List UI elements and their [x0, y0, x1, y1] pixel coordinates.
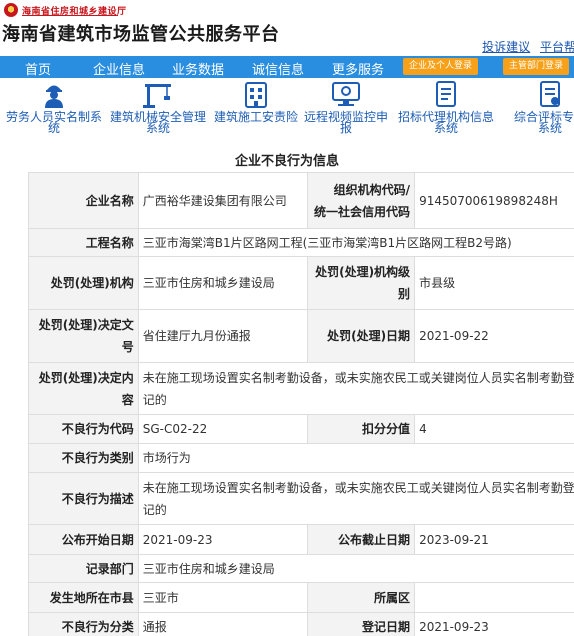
project-label: 工程名称 [28, 228, 139, 257]
video-monitor-icon [332, 82, 360, 106]
behavior-code-value: SG-C02-22 [137, 414, 309, 444]
org-code-label-line1: 组织机构代码/ [333, 182, 411, 197]
expert-icon [540, 81, 560, 107]
enterprise-login-button[interactable]: 企业及个人登录 [403, 58, 479, 75]
service-machinery-safety[interactable]: 建筑机械安全管理 系统 [108, 80, 208, 134]
behavior-category-label: 不良行为类别 [28, 443, 139, 473]
score-label: 扣分分值 [307, 414, 416, 444]
city-value: 三亚市 [137, 582, 309, 613]
site-title: 海南省建筑市场监管公共服务平台 [2, 24, 280, 45]
behavior-category-value: 市场行为 [137, 443, 574, 473]
bad-behavior-table: 企业名称 广西裕华建设集团有限公司 组织机构代码/ 统一社会信用代码 91450… [28, 172, 574, 636]
table-row: 不良行为描述 未在施工现场设置实名制考勤设备，或未实施农民工或关键岗位人员实名制… [28, 472, 574, 525]
decision-content-label: 处罚(处理)决定内容 [28, 362, 139, 415]
section-title: 企业不良行为信息 [234, 154, 339, 169]
service-label: 统 [47, 121, 60, 135]
record-dept-label: 记录部门 [28, 554, 139, 583]
platform-help-link[interactable]: 平台帮 [540, 40, 574, 54]
table-row: 处罚(处理)决定内容 未在施工现场设置实名制考勤设备，或未实施农民工或关键岗位人… [28, 362, 574, 415]
nav-more-services[interactable]: 更多服务 [332, 59, 384, 78]
top-links: 投诉建议 平台帮 [476, 38, 574, 55]
nav-business-data[interactable]: 业务数据 [172, 59, 224, 78]
publish-start-label: 公布开始日期 [28, 524, 139, 555]
org-code-label: 组织机构代码/ 统一社会信用代码 [307, 172, 416, 229]
service-label: 系统 [537, 121, 562, 135]
authority-login-button[interactable]: 主管部门登录 [503, 58, 570, 75]
register-date-value: 2021-09-23 [414, 612, 574, 636]
service-bid-expert[interactable]: 综合评标专家 系统 [500, 80, 574, 134]
service-labor-realname[interactable]: 劳务人员实名制系 统 [4, 80, 104, 134]
district-label: 所属区 [307, 582, 416, 613]
behavior-code-label: 不良行为代码 [28, 414, 139, 444]
table-row: 处罚(处理)机构 三亚市住房和城乡建设局 处罚(处理)机构级别 市县级 [28, 256, 574, 310]
decision-content-value: 未在施工现场设置实名制考勤设备，或未实施农民工或关键岗位人员实名制考勤登记的 [137, 362, 574, 415]
decision-no-label: 处罚(处理)决定文号 [28, 309, 139, 363]
service-label: 系统 [145, 121, 170, 135]
crane-icon [143, 84, 171, 108]
table-row: 记录部门 三亚市住房和城乡建设局 [28, 554, 574, 583]
classification-value: 通报 [137, 612, 309, 636]
site-header: 海南省住房和城乡建设厅 海南省建筑市场监管公共服务平台 投诉建议 平台帮 [0, 0, 574, 56]
authority-level-value: 市县级 [414, 256, 574, 310]
behavior-description-label: 不良行为描述 [28, 472, 139, 525]
table-row: 公布开始日期 2021-09-23 公布截止日期 2023-09-21 [28, 524, 574, 555]
table-row: 工程名称 三亚市海棠湾B1片区路网工程(三亚市海棠湾B1片区路网工程B2号路) [28, 228, 574, 257]
project-value: 三亚市海棠湾B1片区路网工程(三亚市海棠湾B1片区路网工程B2号路) [137, 228, 574, 257]
table-row: 不良行为代码 SG-C02-22 扣分分值 4 [28, 414, 574, 444]
service-bidding-agency[interactable]: 招标代理机构信息 系统 [396, 80, 496, 134]
company-name-label: 企业名称 [28, 172, 139, 229]
building-insurance-icon [245, 82, 267, 108]
publish-start-value: 2021-09-23 [137, 524, 309, 555]
service-construction-insurance[interactable]: 建筑施工安责险 [213, 80, 299, 123]
decision-date-value: 2021-09-22 [414, 309, 574, 363]
org-code-value: 91450700619898248H [414, 172, 574, 229]
table-row: 处罚(处理)决定文号 省住建厅九月份通报 处罚(处理)日期 2021-09-22 [28, 309, 574, 363]
nav-home[interactable]: 首页 [25, 59, 51, 78]
decision-no-value: 省住建厅九月份通报 [137, 309, 309, 363]
service-label: 建筑施工安责险 [213, 110, 298, 124]
nav-enterprise-info[interactable]: 企业信息 [93, 59, 145, 78]
authority-value: 三亚市住房和城乡建设局 [137, 256, 309, 310]
service-label: 综合评标专家 [513, 110, 574, 124]
org-code-label-line2: 统一社会信用代码 [314, 204, 411, 219]
record-dept-value: 三亚市住房和城乡建设局 [137, 554, 574, 583]
document-icon [436, 81, 456, 107]
table-row: 不良行为分类 通报 登记日期 2021-09-23 [28, 612, 574, 636]
authority-level-label: 处罚(处理)机构级别 [307, 256, 416, 310]
register-date-label: 登记日期 [307, 612, 416, 636]
service-label: 系统 [433, 121, 458, 135]
city-label: 发生地所在市县 [28, 582, 139, 613]
service-label: 报 [339, 121, 352, 135]
table-row: 不良行为类别 市场行为 [28, 443, 574, 473]
decision-date-label: 处罚(处理)日期 [307, 309, 416, 363]
main-nav: 首页 企业信息 业务数据 诚信信息 更多服务 企业及个人登录 主管部门登录 [0, 56, 574, 78]
table-row: 企业名称 广西裕华建设集团有限公司 组织机构代码/ 统一社会信用代码 91450… [28, 172, 574, 229]
score-value: 4 [414, 414, 574, 444]
publish-end-value: 2023-09-21 [414, 524, 574, 555]
company-name-value: 广西裕华建设集团有限公司 [137, 172, 309, 229]
service-video-monitoring[interactable]: 远程视频监控申 报 [302, 80, 390, 134]
authority-label: 处罚(处理)机构 [28, 256, 139, 310]
service-icon-bar: 劳务人员实名制系 统 建筑机械安全管理 系统 建筑施工安责险 远程视频监控申 报… [0, 78, 574, 144]
department-underline [22, 15, 118, 16]
complaint-link[interactable]: 投诉建议 [482, 40, 530, 54]
table-row: 发生地所在市县 三亚市 所属区 [28, 582, 574, 613]
emblem-icon [4, 3, 18, 17]
district-value [414, 582, 574, 613]
classification-label: 不良行为分类 [28, 612, 139, 636]
worker-icon [45, 85, 63, 108]
nav-credit-info[interactable]: 诚信信息 [252, 59, 304, 78]
publish-end-label: 公布截止日期 [307, 524, 416, 555]
behavior-description-value: 未在施工现场设置实名制考勤设备，或未实施农民工或关键岗位人员实名制考勤登记的 [137, 472, 574, 525]
